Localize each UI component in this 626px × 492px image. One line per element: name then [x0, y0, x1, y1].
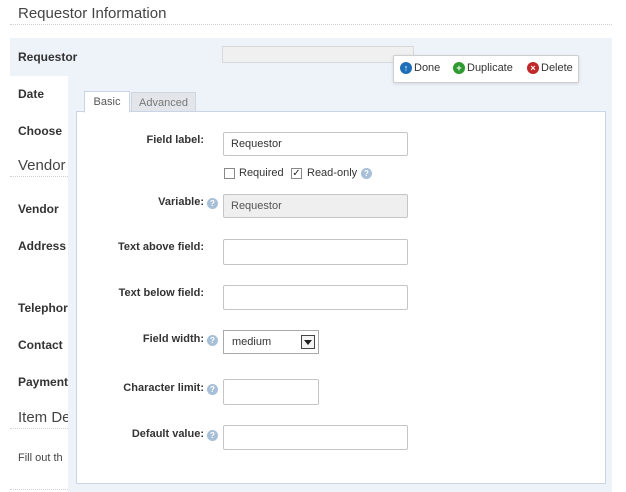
field-width-value: medium — [232, 336, 272, 348]
close-icon: × — [527, 62, 539, 74]
text-below-input[interactable] — [223, 285, 408, 310]
field-action-bar: ↑ Done + Duplicate × Delete — [393, 55, 579, 83]
choose-label: Choose — [18, 124, 63, 138]
vendor-label: Vendor — [18, 202, 59, 216]
field-label-label: Field label: — [146, 134, 204, 146]
default-value-input[interactable] — [223, 425, 408, 450]
duplicate-label: Duplicate — [467, 62, 513, 74]
help-icon[interactable]: ? — [207, 198, 218, 209]
section-divider — [10, 428, 70, 429]
text-below-label: Text below field: — [118, 287, 204, 299]
tab-advanced[interactable]: Advanced — [131, 92, 196, 113]
text-above-input[interactable] — [223, 239, 408, 265]
contact-label: Contact — [18, 338, 63, 352]
readonly-checkbox[interactable]: ✓ — [291, 168, 302, 179]
field-width-label: Field width: — [142, 333, 204, 345]
done-button[interactable]: ↑ Done — [400, 62, 440, 74]
field-width-select[interactable]: medium — [223, 330, 319, 354]
section-title-item: Item De — [18, 409, 71, 426]
section-divider — [10, 24, 612, 25]
tab-basic[interactable]: Basic — [84, 91, 130, 113]
variable-input[interactable]: Requestor — [223, 194, 408, 218]
done-label: Done — [414, 62, 441, 74]
section-divider — [10, 176, 70, 177]
date-label: Date — [18, 87, 45, 101]
plus-icon: + — [453, 62, 465, 74]
chevron-down-icon — [301, 335, 315, 349]
character-limit-input[interactable] — [223, 379, 319, 405]
help-icon[interactable]: ? — [207, 335, 218, 346]
fill-out-text: Fill out th — [18, 452, 63, 464]
field-label-input[interactable]: Requestor — [223, 132, 408, 156]
help-icon[interactable]: ? — [207, 430, 218, 441]
help-icon[interactable]: ? — [361, 168, 372, 179]
delete-label: Delete — [541, 62, 573, 74]
section-title-requestor: Requestor Information — [18, 5, 167, 22]
delete-button[interactable]: × Delete — [527, 62, 573, 74]
required-checkbox[interactable] — [224, 168, 235, 179]
default-value-label: Default value: — [131, 428, 204, 440]
payment-label: Payment — [18, 375, 69, 389]
arrow-up-icon: ↑ — [400, 62, 412, 74]
requestor-preview-input[interactable] — [222, 46, 414, 63]
readonly-label: Read-only — [307, 167, 358, 179]
variable-label: Variable: — [158, 196, 204, 208]
duplicate-button[interactable]: + Duplicate — [453, 62, 513, 74]
section-title-vendor: Vendor — [18, 157, 66, 174]
address-label: Address — [18, 239, 67, 253]
requestor-label: Requestor — [18, 50, 78, 64]
help-icon[interactable]: ? — [207, 384, 218, 395]
character-limit-label: Character limit: — [123, 382, 204, 394]
section-divider — [10, 489, 70, 490]
required-label: Required — [239, 167, 284, 179]
text-above-label: Text above field: — [118, 241, 204, 253]
telephone-label: Telephor — [18, 301, 68, 315]
